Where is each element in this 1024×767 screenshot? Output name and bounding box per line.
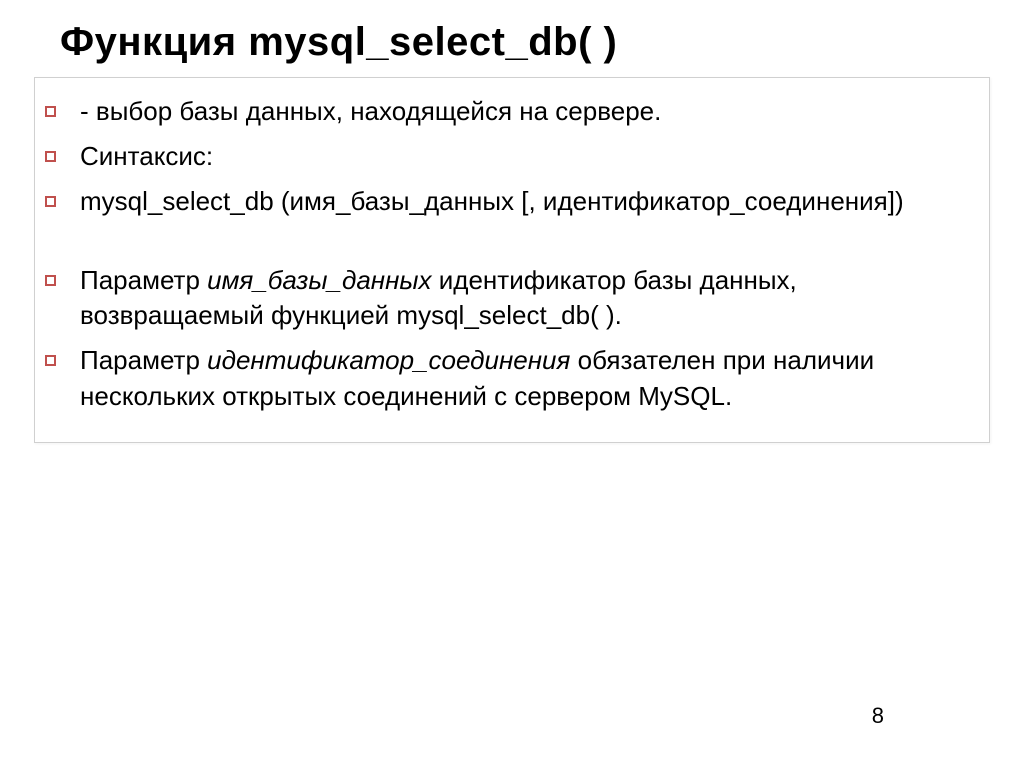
square-bullet-icon xyxy=(45,196,56,207)
list-item: Синтаксис: xyxy=(45,139,971,174)
square-bullet-icon xyxy=(45,355,56,366)
list-item: Параметр имя_базы_данных идентификатор б… xyxy=(45,263,971,333)
text-run: Параметр xyxy=(80,345,207,375)
square-bullet-icon xyxy=(45,151,56,162)
italic-term: идентификатор_соединения xyxy=(207,345,570,375)
page-number: 8 xyxy=(872,703,884,729)
list-item-text: mysql_select_db (имя_базы_данных [, иден… xyxy=(80,184,971,219)
list-item: mysql_select_db (имя_базы_данных [, иден… xyxy=(45,184,971,219)
list-item: - выбор базы данных, находящейся на серв… xyxy=(45,94,971,129)
italic-term: имя_базы_данных xyxy=(207,265,431,295)
bullet-list: - выбор базы данных, находящейся на серв… xyxy=(45,94,971,414)
list-item: Параметр идентификатор_соединения обязат… xyxy=(45,343,971,413)
list-item-text: - выбор базы данных, находящейся на серв… xyxy=(80,94,971,129)
list-item-text: Параметр имя_базы_данных идентификатор б… xyxy=(80,263,971,333)
slide-title: Функция mysql_select_db( ) xyxy=(0,0,1024,65)
list-item-text: Синтаксис: xyxy=(80,139,971,174)
content-box: - выбор базы данных, находящейся на серв… xyxy=(34,77,990,443)
text-run: Параметр xyxy=(80,265,207,295)
square-bullet-icon xyxy=(45,106,56,117)
slide: Функция mysql_select_db( ) - выбор базы … xyxy=(0,0,1024,767)
list-item-text: Параметр идентификатор_соединения обязат… xyxy=(80,343,971,413)
square-bullet-icon xyxy=(45,275,56,286)
